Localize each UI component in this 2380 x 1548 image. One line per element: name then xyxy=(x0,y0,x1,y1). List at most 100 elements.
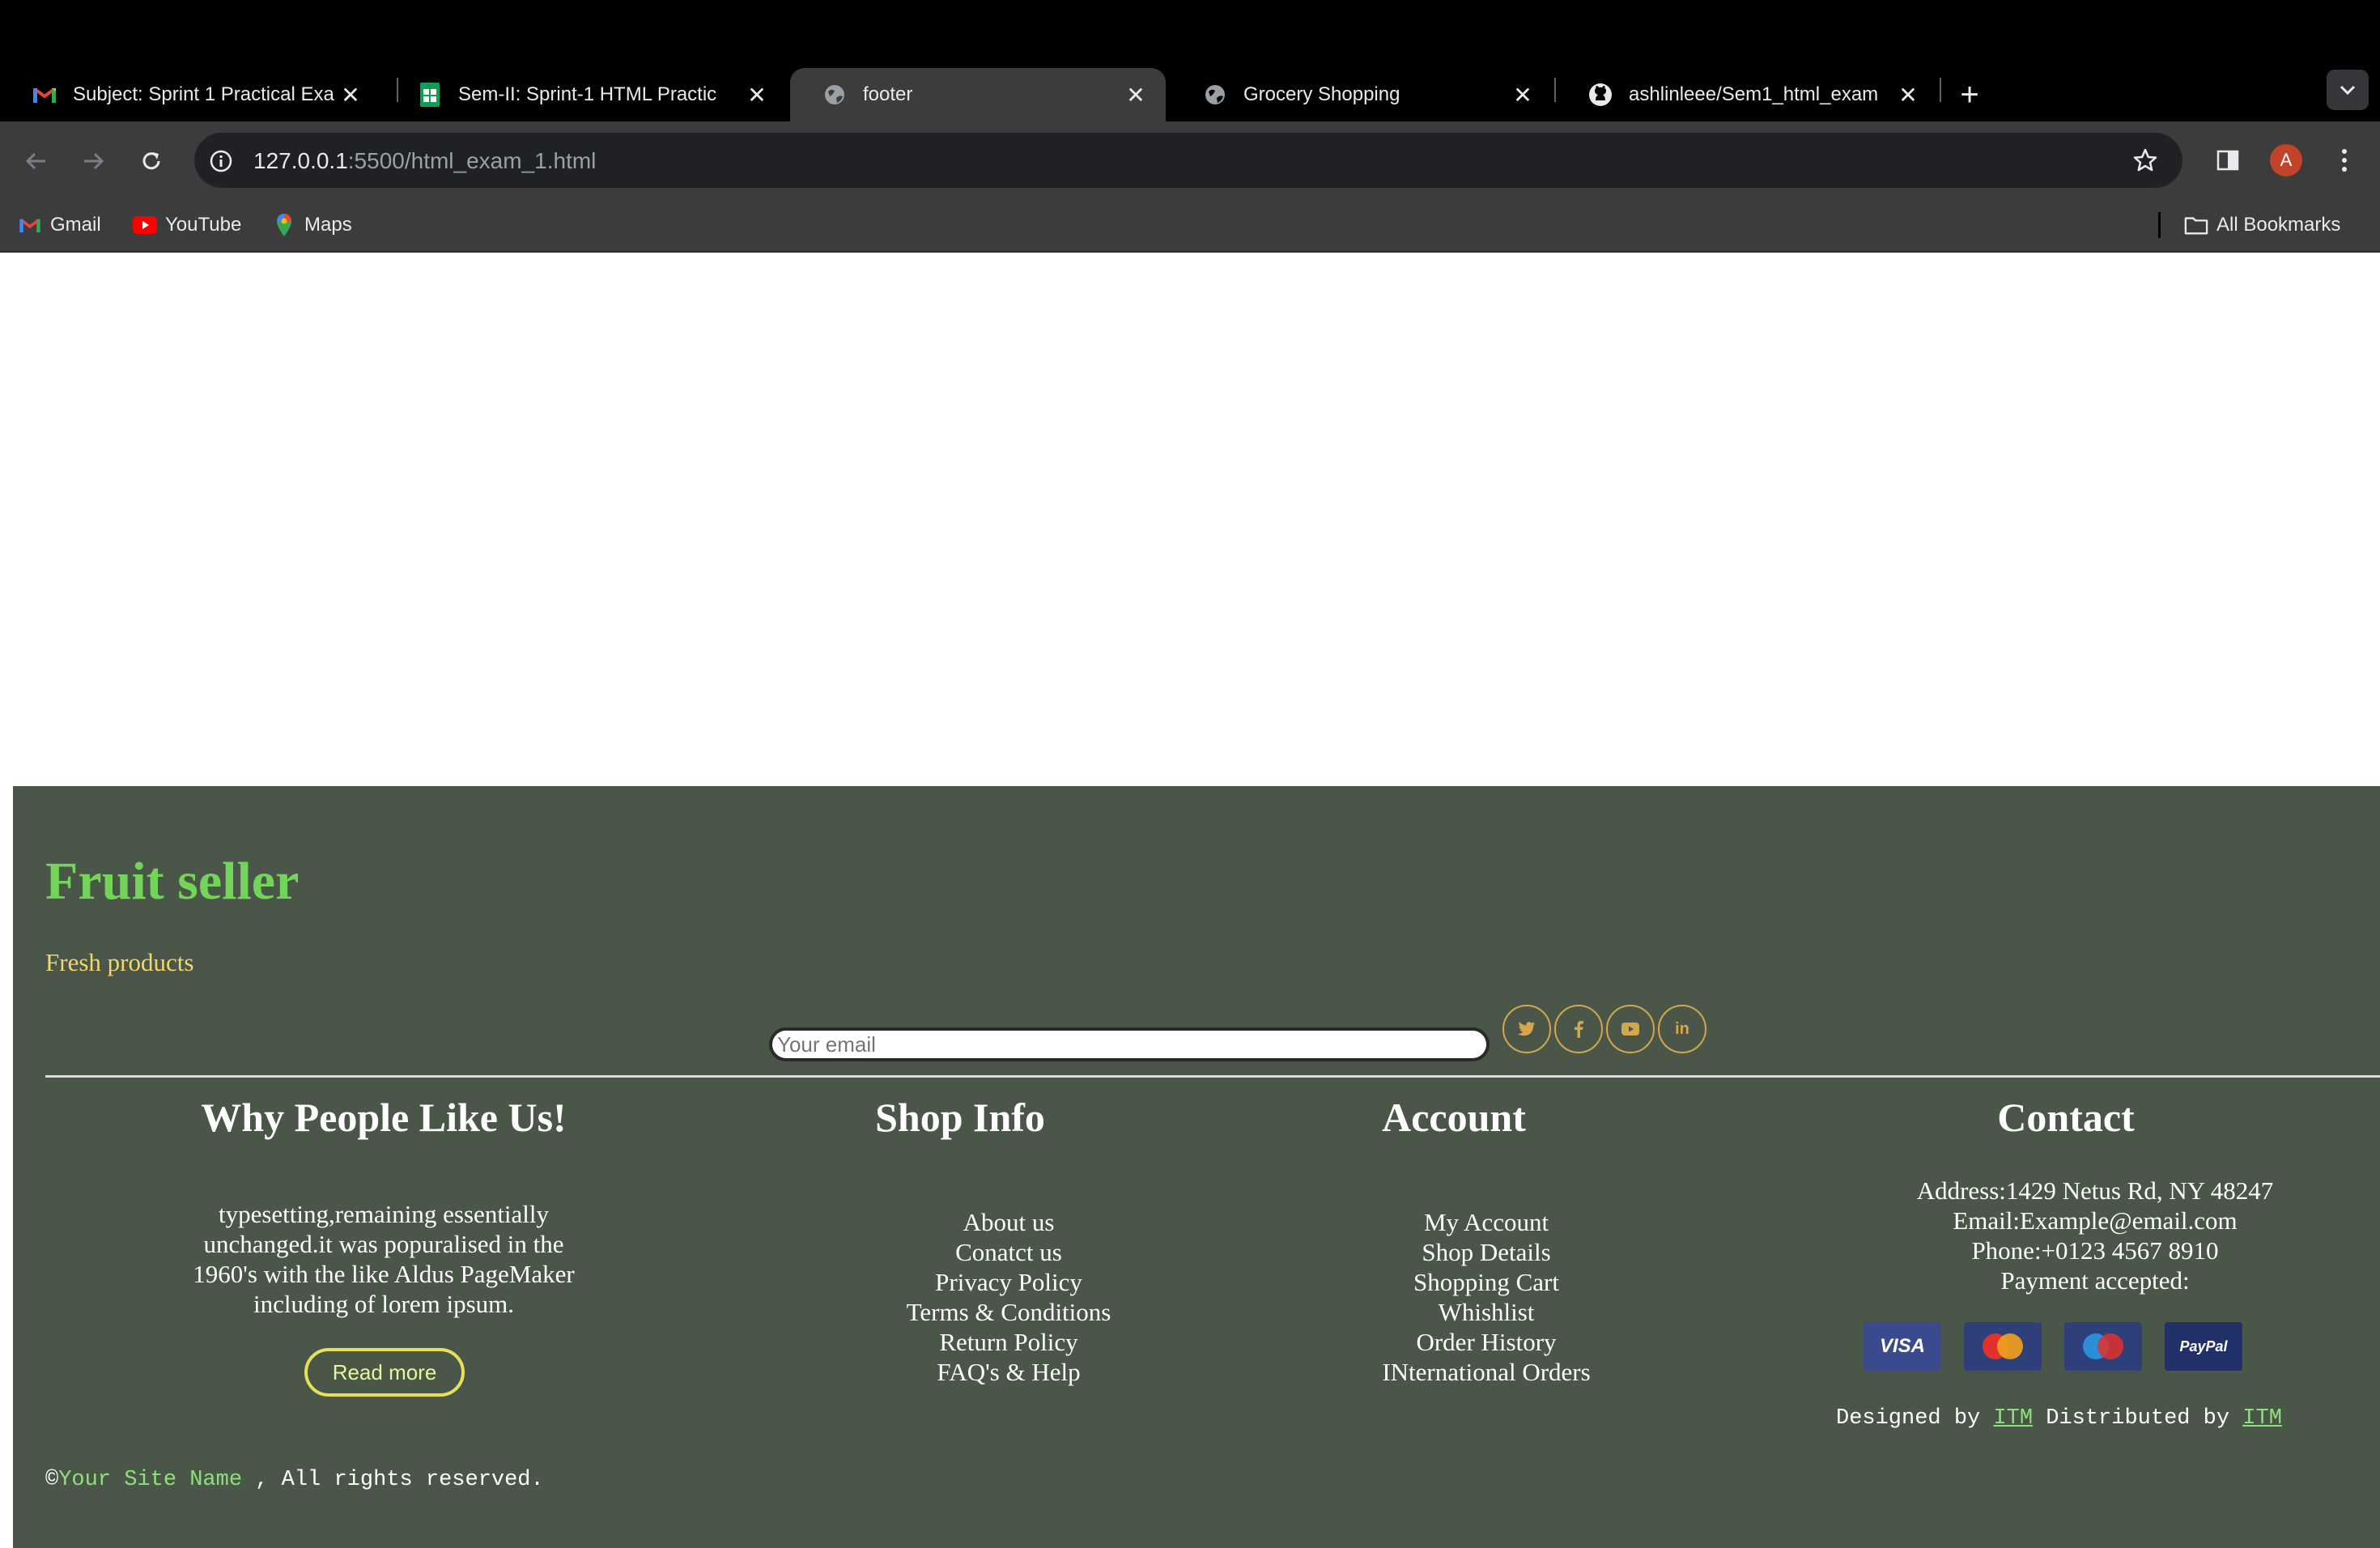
payment-label: Payment accepted: xyxy=(2000,1266,2190,1295)
youtube-icon xyxy=(1621,1023,1639,1036)
reload-button[interactable] xyxy=(131,141,172,181)
url-path: :5500/html_exam_1.html xyxy=(347,148,597,173)
bookmark-gmail[interactable]: Gmail xyxy=(18,209,101,241)
contact-details: Address:1429 Netus Rd, NY 48247 Email:Ex… xyxy=(1828,1176,2362,1295)
copyright-suffix: , All rights reserved. xyxy=(242,1468,544,1492)
linkedin-button[interactable]: in xyxy=(1658,1005,1706,1053)
maps-icon xyxy=(272,213,296,237)
brand-tagline: Fresh products xyxy=(45,948,194,976)
profile-avatar[interactable]: A xyxy=(2270,144,2302,176)
account-link[interactable]: INternational Orders xyxy=(1332,1357,1640,1387)
why-text: typesetting,remaining essentially unchan… xyxy=(193,1200,575,1318)
brand-title: Fruit seller xyxy=(45,852,300,911)
copyright: ©Your Site Name , All rights reserved. xyxy=(45,1468,544,1492)
close-icon[interactable]: ✕ xyxy=(1511,83,1535,108)
payment-cards: VISA PayPal xyxy=(1864,1322,2242,1371)
bookmarks-separator xyxy=(2158,212,2161,238)
tab-sheets[interactable]: Sem-II: Sprint-1 HTML Practic ✕ xyxy=(385,68,787,121)
globe-icon xyxy=(1203,83,1227,107)
site-name-link[interactable]: Your Site Name xyxy=(58,1468,242,1492)
tab-title: footer xyxy=(863,83,913,105)
back-arrow-icon xyxy=(25,152,45,170)
tab-title: ashlinleee/Sem1_html_exam xyxy=(1629,83,1879,105)
shop-info-link[interactable]: Terms & Conditions xyxy=(871,1297,1146,1327)
more-menu-icon[interactable] xyxy=(2328,144,2361,176)
account-link[interactable]: Whishlist xyxy=(1332,1297,1640,1327)
side-panel-icon[interactable] xyxy=(2212,144,2244,176)
visa-card-icon: VISA xyxy=(1864,1322,1941,1371)
maestro-icon xyxy=(2064,1322,2142,1371)
facebook-button[interactable] xyxy=(1554,1005,1603,1053)
newsletter-email-input[interactable] xyxy=(769,1027,1490,1061)
all-bookmarks-button[interactable]: All Bookmarks xyxy=(2184,209,2340,241)
url-text[interactable]: 127.0.0.1:5500/html_exam_1.html xyxy=(253,146,596,176)
url-host: 127.0.0.1 xyxy=(253,148,348,173)
site-footer: Fruit seller Fresh products in Why Peopl… xyxy=(13,786,2380,1548)
close-icon[interactable]: ✕ xyxy=(1124,83,1148,108)
account-links: My Account Shop Details Shopping Cart Wh… xyxy=(1332,1207,1640,1387)
linkedin-icon: in xyxy=(1675,1019,1689,1038)
sheets-icon xyxy=(418,83,442,107)
shop-info-link[interactable]: About us xyxy=(871,1207,1146,1237)
twitter-icon xyxy=(1518,1022,1536,1036)
back-button[interactable] xyxy=(16,141,57,181)
shop-info-link[interactable]: FAQ's & Help xyxy=(871,1357,1146,1387)
account-link[interactable]: Shop Details xyxy=(1332,1237,1640,1267)
close-icon[interactable]: ✕ xyxy=(745,83,769,108)
mastercard-icon xyxy=(1964,1322,2042,1371)
copyright-symbol: © xyxy=(45,1468,59,1492)
reload-icon xyxy=(142,152,160,170)
bookmark-maps[interactable]: Maps xyxy=(272,209,352,241)
account-link[interactable]: Shopping Cart xyxy=(1332,1267,1640,1297)
tab-github[interactable]: ashlinleee/Sem1_html_exam ✕ xyxy=(1556,68,1938,121)
tab-footer[interactable]: footer ✕ xyxy=(790,68,1166,121)
visa-card-label: VISA xyxy=(1879,1335,1925,1357)
account-title: Account xyxy=(1382,1095,1526,1140)
contact-email: Email:Example@email.com xyxy=(1953,1206,2238,1235)
bookmark-label: YouTube xyxy=(165,214,242,236)
bookmarks-bar xyxy=(0,199,2380,253)
twitter-button[interactable] xyxy=(1502,1005,1551,1053)
bookmark-label: Gmail xyxy=(50,214,101,236)
shop-info-link[interactable]: Conatct us xyxy=(871,1237,1146,1267)
distributed-by-link[interactable]: ITM xyxy=(2242,1406,2282,1431)
youtube-button[interactable] xyxy=(1606,1005,1655,1053)
distributed-by-text: Distributed by xyxy=(2033,1406,2243,1431)
close-icon[interactable]: ✕ xyxy=(338,83,363,108)
tab-title: Sem-II: Sprint-1 HTML Practic xyxy=(458,83,717,105)
forward-arrow-icon xyxy=(84,152,104,170)
bookmark-star-icon[interactable] xyxy=(2129,144,2161,176)
site-info-icon[interactable] xyxy=(206,146,236,176)
all-bookmarks-label: All Bookmarks xyxy=(2216,214,2341,236)
contact-address: Address:1429 Netus Rd, NY 48247 xyxy=(1916,1176,2274,1205)
paypal-card-label: PayPal xyxy=(2179,1337,2228,1354)
bookmark-youtube[interactable]: YouTube xyxy=(133,209,241,241)
footer-credits: Designed by ITM Distributed by ITM xyxy=(1836,1406,2282,1431)
designed-by-text: Designed by xyxy=(1836,1406,1994,1431)
tab-grocery[interactable]: Grocery Shopping ✕ xyxy=(1171,68,1553,121)
designed-by-link[interactable]: ITM xyxy=(1993,1406,2033,1431)
gmail-icon xyxy=(32,83,57,107)
contact-title: Contact xyxy=(1997,1095,2135,1140)
tab-search-button[interactable] xyxy=(2327,70,2369,110)
contact-phone: Phone:+0123 4567 8910 xyxy=(1971,1236,2219,1265)
tab-separator xyxy=(1940,78,1941,102)
shop-info-link[interactable]: Return Policy xyxy=(871,1327,1146,1357)
gmail-icon xyxy=(18,213,42,237)
forward-button[interactable] xyxy=(73,141,113,181)
bookmark-label: Maps xyxy=(304,214,352,236)
youtube-icon xyxy=(133,213,157,237)
read-more-button[interactable]: Read more xyxy=(304,1348,465,1397)
new-tab-button[interactable]: + xyxy=(1949,74,1990,115)
shop-info-link[interactable]: Privacy Policy xyxy=(871,1267,1146,1297)
tab-gmail[interactable]: Subject: Sprint 1 Practical Exa ✕ xyxy=(0,68,380,121)
account-link[interactable]: My Account xyxy=(1332,1207,1640,1237)
account-link[interactable]: Order History xyxy=(1332,1327,1640,1357)
shop-info-links: About us Conatct us Privacy Policy Terms… xyxy=(871,1207,1146,1387)
globe-icon xyxy=(822,83,847,107)
github-icon xyxy=(1588,83,1613,107)
close-icon[interactable]: ✕ xyxy=(1896,83,1920,108)
shop-info-title: Shop Info xyxy=(875,1095,1045,1140)
tab-title: Subject: Sprint 1 Practical Exa xyxy=(73,83,334,105)
why-title: Why People Like Us! xyxy=(201,1095,567,1140)
